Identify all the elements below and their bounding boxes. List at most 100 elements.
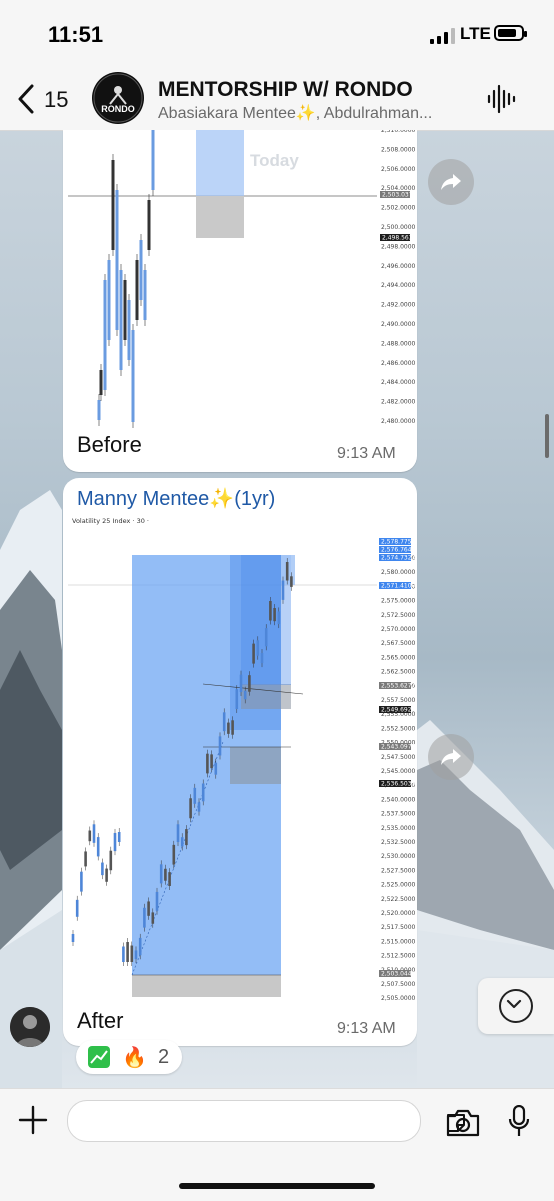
price-axis-label: 2,580.0000: [381, 569, 416, 576]
candle-body: [248, 675, 251, 692]
price-axis-label: 2,547.5000: [381, 754, 416, 761]
candle-body: [243, 690, 247, 700]
candle-body: [123, 280, 127, 340]
price-axis-label: 2,510.0000: [381, 130, 416, 134]
price-tag-grey: 2,553.6272: [381, 683, 416, 690]
candle-body: [71, 934, 75, 942]
message-bubble[interactable]: Today 2,510.0000 2,508.0000 2,506.0000 2,50…: [63, 130, 417, 472]
candle-body: [164, 868, 167, 881]
candle-body: [117, 832, 121, 843]
back-unread-count[interactable]: 15: [44, 87, 68, 113]
message-caption: After: [77, 1008, 124, 1033]
chat-members[interactable]: Abasiakara Mentee✨, Abdulrahman...: [158, 103, 432, 123]
forward-button[interactable]: [428, 159, 474, 205]
price-axis-label: 2,530.0000: [381, 853, 416, 860]
forward-button[interactable]: [428, 734, 474, 780]
message-time: 9:13 AM: [337, 445, 396, 462]
candle-body: [201, 783, 205, 802]
candle-body: [88, 830, 92, 842]
scrollbar-thumb[interactable]: [545, 414, 549, 458]
status-bar: 11:51 LTE: [0, 0, 554, 68]
price-axis-label: 2,505.0000: [381, 995, 416, 1002]
price-axis-label: 2,502.0000: [381, 205, 416, 212]
price-tag-grey: 2,503.0370: [382, 192, 417, 199]
candle-body: [189, 798, 192, 819]
price-axis-label: 2,540.0000: [381, 796, 416, 803]
candle-body: [138, 937, 142, 956]
candle-body: [92, 824, 96, 843]
candle-body: [99, 370, 103, 395]
sender-avatar[interactable]: [10, 1007, 50, 1047]
candle-body: [239, 674, 243, 693]
candle-body: [139, 240, 143, 300]
price-tag-grey: 2,503.0449: [381, 971, 416, 978]
candle-body: [227, 722, 230, 734]
price-axis-label: 2,482.0000: [381, 399, 416, 406]
candle-body: [105, 868, 108, 882]
battery-icon: [494, 25, 527, 41]
price-axis-label: 2,525.0000: [381, 882, 416, 889]
price-axis-label: 2,480.0000: [381, 418, 416, 425]
candle-body: [281, 580, 285, 600]
price-tag-blue: 2,578.7756: [381, 539, 416, 546]
candle-body: [172, 844, 176, 865]
chart-screenshot[interactable]: Volatility 25 Index · 30 · 2,582.50002,5…: [63, 512, 417, 1004]
today-label: Today: [250, 151, 299, 170]
sender-name[interactable]: Manny Mentee✨(1yr): [77, 486, 275, 511]
message-input[interactable]: [67, 1100, 465, 1142]
price-axis-label: 2,535.0000: [381, 825, 416, 832]
candle-body: [131, 330, 135, 422]
chat-title[interactable]: MENTORSHIP W/ RONDO: [158, 78, 413, 102]
price-axis-label: 2,565.0000: [381, 654, 416, 661]
candle-body: [180, 837, 184, 847]
voice-chat-icon[interactable]: [486, 84, 516, 114]
reactions-bar[interactable]: 🔥 2: [76, 1040, 182, 1074]
candle-body: [111, 160, 115, 250]
candle-body: [256, 640, 260, 656]
forward-icon: [441, 749, 461, 765]
attach-plus-icon[interactable]: [18, 1105, 48, 1135]
candle-body: [155, 891, 159, 911]
candle-body: [135, 260, 139, 320]
chart-screenshot[interactable]: Today 2,510.0000 2,508.0000 2,506.0000 2,50…: [63, 130, 417, 430]
candle-body: [75, 899, 79, 917]
camera-icon[interactable]: [446, 1109, 480, 1137]
symbol-label: Volatility 25 Index · 30 ·: [72, 517, 149, 525]
candle-body: [269, 600, 272, 621]
message-caption: Before: [77, 432, 142, 457]
price-axis-label: 2,567.5000: [381, 640, 416, 647]
candle-body: [103, 280, 107, 390]
price-axis-label: 2,532.5000: [381, 839, 416, 846]
scroll-to-bottom-button[interactable]: [478, 978, 554, 1034]
price-axis-label: 2,575.0000: [381, 598, 416, 605]
price-axis-label: 2,512.5000: [381, 953, 416, 960]
price-axis-label: 2,517.5000: [381, 924, 416, 931]
price-axis-label: 2,552.5000: [381, 725, 416, 732]
candle-body: [252, 643, 255, 664]
candle-body: [176, 824, 180, 843]
chat-header: 15 RONDO MENTORSHIP W/ RONDO Abasiakara …: [0, 68, 554, 131]
price-axis-label: 2,515.0000: [381, 938, 416, 945]
candle-body: [235, 689, 239, 710]
price-tag-dark: 2,498.5636: [382, 235, 417, 242]
price-axis-label: 2,498.0000: [381, 243, 416, 250]
price-axis-label: 2,527.5000: [381, 867, 416, 874]
microphone-icon[interactable]: [508, 1105, 530, 1137]
price-axis-label: 2,492.0000: [381, 302, 416, 309]
candle-body: [210, 754, 213, 769]
price-axis-label: 2,522.5000: [381, 896, 416, 903]
group-avatar[interactable]: RONDO: [92, 72, 144, 124]
fire-icon: 🔥: [122, 1047, 147, 1069]
candle-body: [147, 901, 150, 916]
price-axis-label: 2,507.5000: [381, 981, 416, 988]
candle-body: [101, 862, 104, 876]
back-chevron-icon[interactable]: [12, 82, 44, 116]
candle-body: [193, 787, 197, 804]
candle-body: [260, 653, 264, 664]
candle-body: [273, 608, 276, 622]
candle-body: [197, 802, 201, 812]
candle-body: [147, 200, 151, 250]
message-bubble[interactable]: Manny Mentee✨(1yr) Volatility 25 Index ·…: [63, 478, 417, 1046]
candle-body: [290, 576, 293, 587]
candle-body: [130, 945, 134, 962]
